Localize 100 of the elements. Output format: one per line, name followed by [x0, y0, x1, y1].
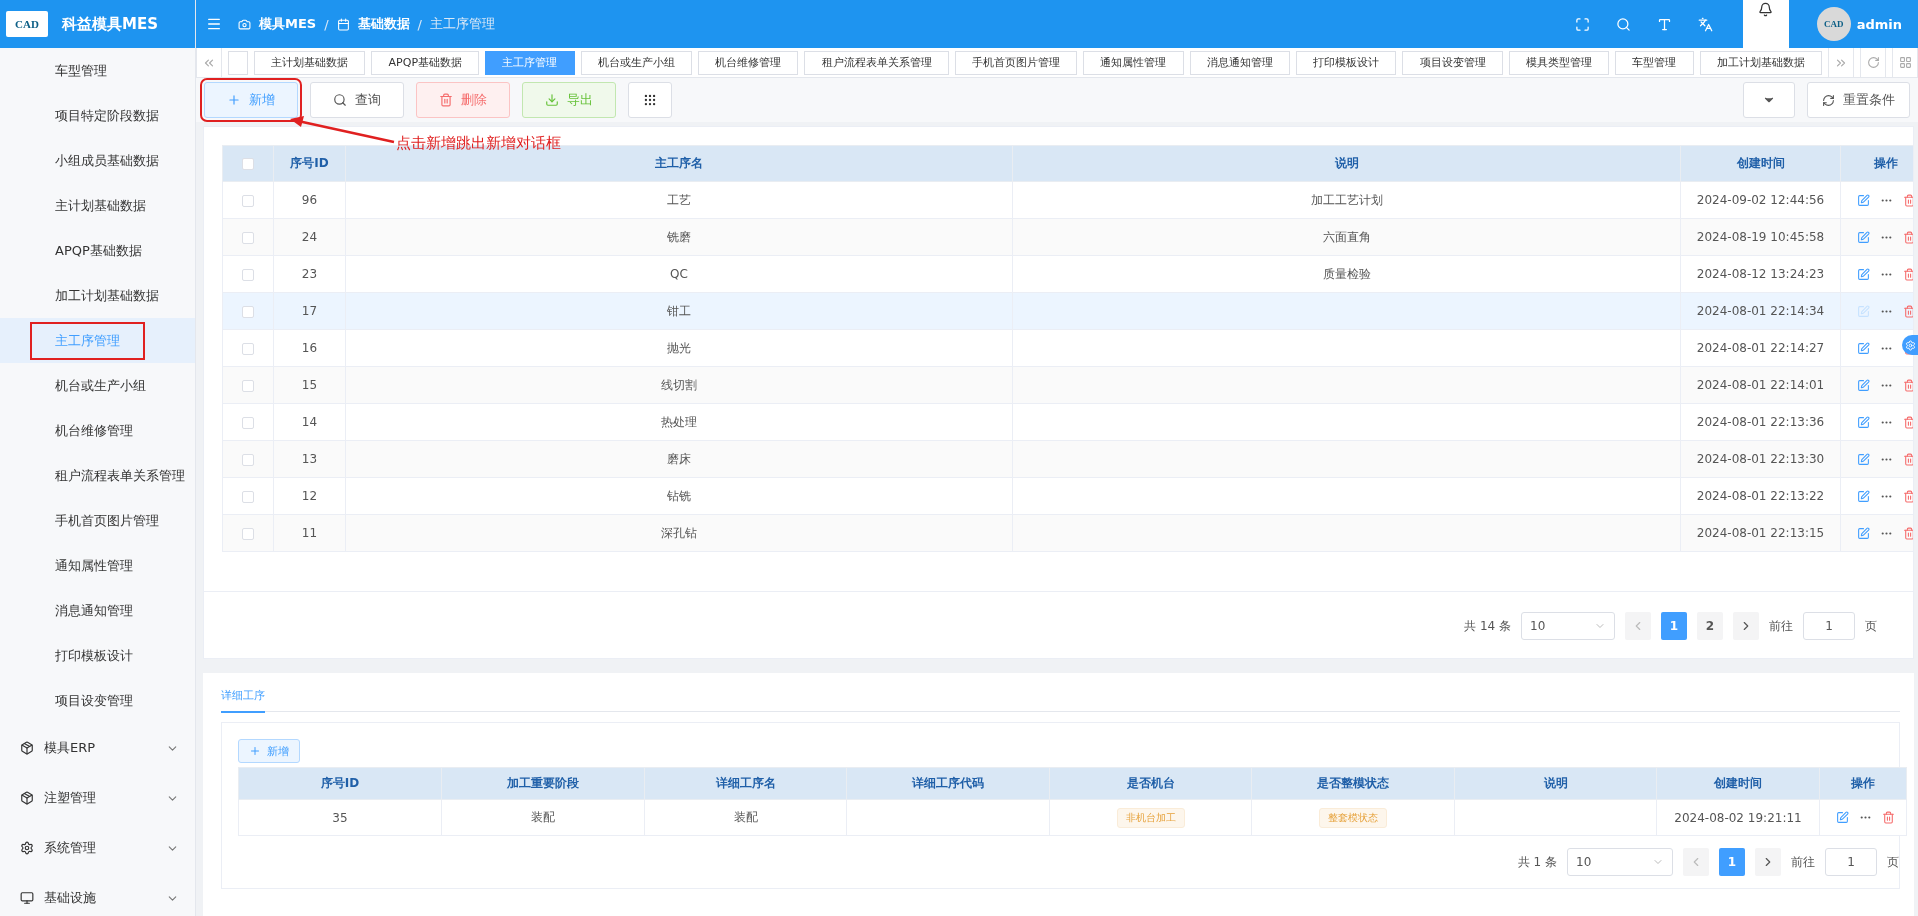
fullscreen-icon[interactable] — [1574, 16, 1590, 32]
status-tag: 整套模状态 — [1319, 807, 1387, 828]
next-page-button[interactable] — [1733, 612, 1759, 640]
checkbox[interactable] — [242, 268, 254, 281]
column-header: 是否机台 — [1049, 767, 1252, 800]
search-button[interactable]: 查询 — [310, 82, 404, 118]
checkbox[interactable] — [242, 527, 254, 540]
avatar[interactable]: CAD — [1816, 7, 1851, 41]
sidebar-item[interactable]: 消息通知管理 — [55, 601, 133, 620]
tab[interactable]: 手机首页图片管理 — [954, 50, 1078, 75]
edit-icon[interactable] — [1836, 811, 1849, 824]
sidebar-item[interactable]: 车型管理 — [55, 61, 107, 80]
gear-icon — [1904, 339, 1916, 351]
checkbox[interactable] — [242, 416, 254, 429]
edit-icon[interactable] — [1857, 341, 1870, 355]
delete-icon[interactable] — [1903, 230, 1913, 244]
delete-icon[interactable] — [1903, 415, 1913, 429]
edit-icon[interactable] — [1857, 526, 1870, 540]
tab[interactable]: 项目设变管理 — [1402, 50, 1503, 75]
sidebar-item[interactable]: 项目特定阶段数据 — [55, 106, 159, 125]
search-icon[interactable] — [1615, 16, 1631, 32]
sidebar-group[interactable]: 系统管理 — [44, 839, 156, 857]
sidebar-item[interactable]: 加工计划基础数据 — [55, 286, 159, 305]
edit-icon[interactable] — [1857, 452, 1870, 466]
sidebar-group[interactable]: 模具ERP — [44, 739, 156, 757]
delete-icon[interactable] — [1903, 452, 1913, 466]
edit-icon[interactable] — [1857, 415, 1870, 429]
edit-icon[interactable] — [1857, 193, 1870, 207]
table-cell: 2024-08-01 22:13:22 — [1696, 489, 1825, 503]
edit-icon[interactable] — [1857, 378, 1870, 392]
sidebar-item[interactable]: 机台或生产小组 — [55, 376, 146, 395]
page-size-select[interactable]: 10 — [1521, 612, 1615, 640]
column-header: 详细工序代码 — [846, 767, 1050, 800]
sidebar-item[interactable]: 项目设变管理 — [55, 691, 133, 710]
checkbox[interactable] — [242, 453, 254, 466]
columns-button[interactable] — [628, 82, 672, 118]
tab[interactable]: 打印模板设计 — [1295, 50, 1397, 75]
tab[interactable]: APQP基础数据 — [371, 50, 480, 75]
bell-icon[interactable] — [1758, 2, 1774, 17]
grid-button[interactable] — [1892, 47, 1918, 78]
table-cell: 磨床 — [667, 451, 691, 466]
column-header: 操作 — [1840, 145, 1913, 182]
delete-icon[interactable] — [1882, 811, 1895, 824]
grid-icon — [1898, 56, 1912, 69]
checkbox[interactable] — [242, 158, 254, 170]
checkbox[interactable] — [242, 231, 254, 244]
next-page-button[interactable] — [1755, 848, 1781, 876]
checkbox[interactable] — [242, 342, 254, 355]
tab[interactable]: 通知属性管理 — [1083, 50, 1184, 75]
table-cell: 线切割 — [661, 377, 697, 392]
tab[interactable]: 消息通知管理 — [1189, 50, 1290, 75]
delete-icon[interactable] — [1903, 378, 1913, 392]
calendar-icon — [336, 17, 350, 31]
scroll-left-button[interactable] — [196, 47, 222, 78]
sidebar-item[interactable]: 租户流程表单关系管理 — [55, 466, 185, 485]
edit-icon[interactable] — [1857, 489, 1870, 503]
tab[interactable]: 机台维修管理 — [698, 50, 799, 75]
sidebar-item[interactable]: 小组成员基础数据 — [55, 151, 159, 170]
edit-icon[interactable] — [1857, 230, 1870, 244]
edit-icon[interactable] — [1857, 267, 1870, 281]
sidebar-item[interactable]: 机台维修管理 — [55, 421, 133, 440]
page-input[interactable]: 1 — [1825, 848, 1877, 876]
sidebar-item[interactable]: 打印模板设计 — [55, 646, 133, 665]
column-header: 创建时间 — [1656, 767, 1820, 800]
checkbox[interactable] — [242, 305, 254, 318]
checkbox[interactable] — [242, 194, 254, 207]
table-cell: 钳工 — [667, 303, 691, 318]
sidebar-group[interactable]: 基础设施 — [44, 889, 156, 907]
tab[interactable]: 模具类型管理 — [1508, 50, 1610, 75]
tab[interactable]: 租户流程表单关系管理 — [804, 50, 949, 75]
table-cell: 工艺 — [667, 192, 691, 207]
delete-icon[interactable] — [1903, 489, 1913, 503]
app-title: 科益模具MES — [62, 14, 158, 34]
checkbox[interactable] — [242, 379, 254, 392]
delete-icon[interactable] — [1903, 267, 1913, 281]
table-cell: 13 — [301, 452, 318, 466]
refresh-button[interactable] — [1860, 47, 1886, 78]
tab[interactable]: 机台或生产小组 — [580, 50, 692, 75]
sidebar-item[interactable]: 主计划基础数据 — [55, 196, 146, 215]
sidebar-item[interactable]: APQP基础数据 — [55, 241, 142, 260]
sidebar-item[interactable]: 通知属性管理 — [55, 556, 133, 575]
checkbox[interactable] — [242, 490, 254, 503]
breadcrumb-item: 主工序管理 — [429, 15, 495, 33]
delete-icon[interactable] — [1903, 526, 1913, 540]
text-size-icon[interactable] — [1656, 16, 1672, 32]
scroll-right-button[interactable] — [1828, 47, 1854, 78]
tab[interactable]: 车型管理 — [1615, 50, 1694, 75]
tab[interactable]: 主计划基础数据 — [254, 50, 366, 75]
sidebar-item[interactable]: 手机首页图片管理 — [55, 511, 159, 530]
page-size-select[interactable]: 10 — [1567, 848, 1673, 876]
page-button[interactable]: 2 — [1697, 612, 1723, 640]
delete-icon[interactable] — [1903, 193, 1913, 207]
delete-icon[interactable] — [1903, 304, 1913, 318]
tab[interactable]: 加工计划基础数据 — [1699, 50, 1822, 75]
translate-icon[interactable] — [1697, 16, 1713, 32]
menu-icon[interactable] — [206, 16, 222, 32]
table-cell: 2024-08-01 22:13:15 — [1696, 526, 1825, 540]
sidebar-group[interactable]: 注塑管理 — [44, 789, 156, 807]
page-input[interactable]: 1 — [1803, 612, 1855, 640]
reset-button[interactable]: 重置条件 — [1807, 82, 1910, 118]
